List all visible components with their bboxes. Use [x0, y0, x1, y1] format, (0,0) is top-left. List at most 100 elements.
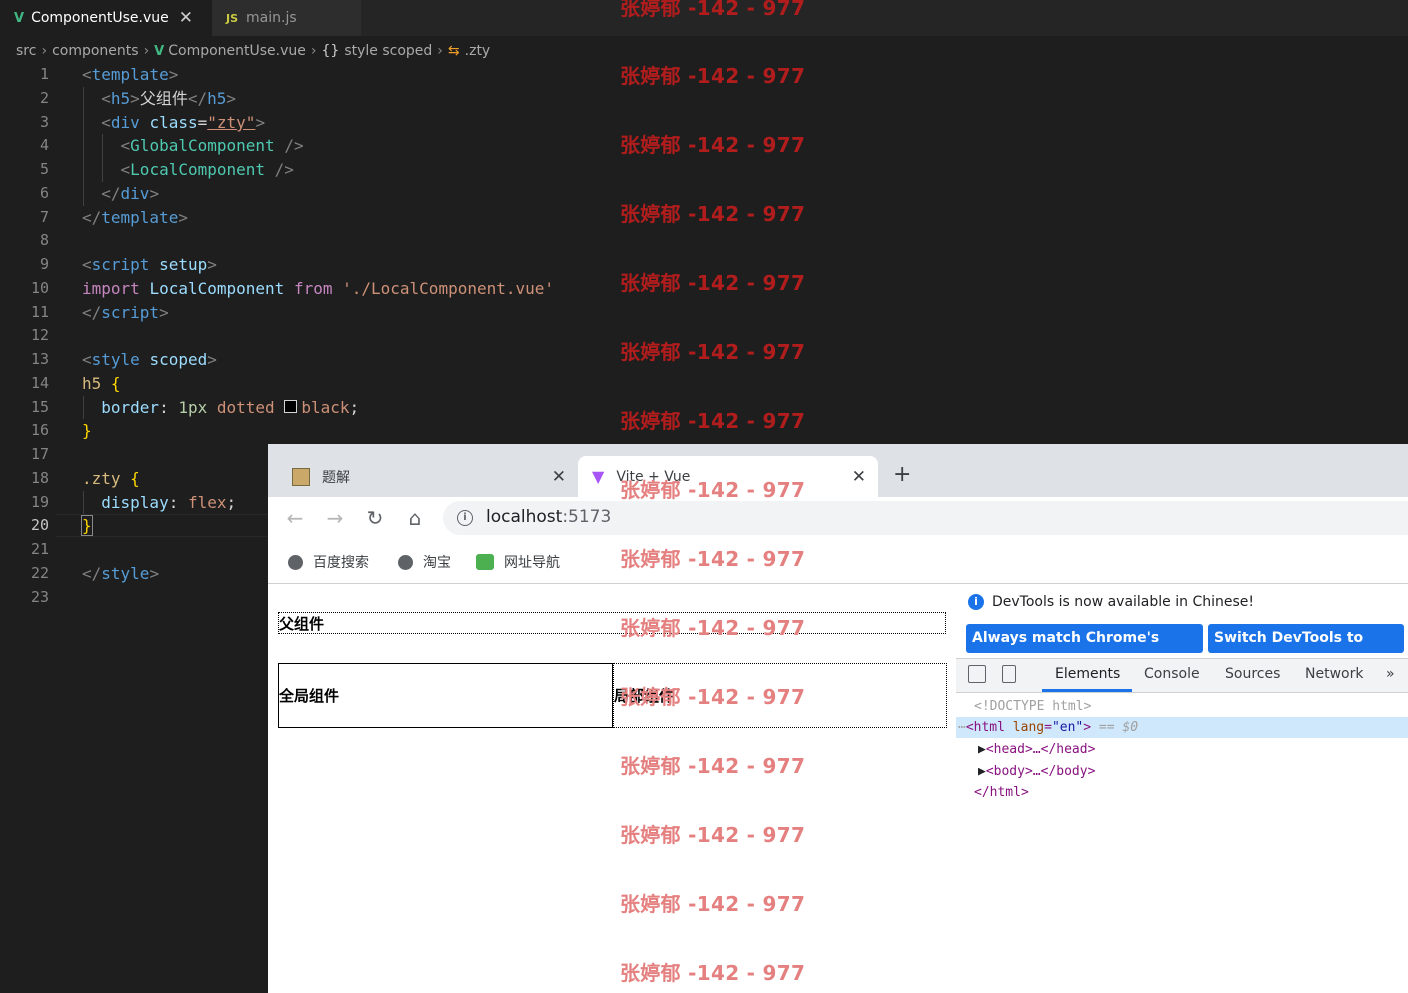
globe-icon: [398, 554, 413, 570]
watermark-text: 张婷郁 -142 - 977: [620, 754, 806, 778]
code-line: </div>: [101, 184, 160, 203]
code-line: .zty {: [82, 469, 140, 488]
line-number: 2: [39, 89, 49, 107]
code-line: <GlobalComponent />: [120, 136, 304, 155]
code-line: </style>: [82, 564, 160, 583]
watermark-text: 张婷郁 -142 - 977: [620, 340, 806, 364]
tab-elements[interactable]: Elements: [1055, 666, 1120, 682]
tab-label: ComponentUse.vue: [31, 10, 169, 26]
close-icon[interactable]: ✕: [552, 467, 566, 487]
tab-main-js[interactable]: JS main.js: [212, 0, 362, 36]
line-number: 9: [39, 255, 49, 273]
breadcrumb-file[interactable]: ComponentUse.vue: [168, 43, 306, 59]
line-number: 19: [30, 493, 49, 511]
tab-componentuse-vue[interactable]: V ComponentUse.vue ✕: [0, 0, 212, 36]
line-number: 12: [30, 326, 49, 344]
devtools-language-banner: i DevTools is now available in Chinese! …: [956, 584, 1408, 675]
watermark-text: 张婷郁 -142 - 977: [620, 892, 806, 916]
code-line: </template>: [82, 208, 188, 227]
tab-sources[interactable]: Sources: [1225, 666, 1280, 682]
line-number: 8: [39, 231, 49, 249]
url-text[interactable]: localhost:5173: [486, 507, 611, 527]
breadcrumb-src[interactable]: src: [16, 43, 36, 59]
browser-toolbar: ← → ↻ ⌂ i localhost:5173: [268, 497, 1408, 542]
globe-icon: [288, 554, 303, 570]
code-line: <template>: [82, 65, 179, 84]
chevron-right-icon: ›: [437, 43, 443, 59]
dom-html-close[interactable]: </html>: [956, 782, 1408, 803]
watermark-text: 张婷郁 -142 - 977: [620, 547, 806, 571]
line-number: 23: [30, 588, 49, 606]
line-number: 11: [30, 303, 49, 321]
watermark-text: 张婷郁 -142 - 977: [620, 685, 806, 709]
tab-console[interactable]: Console: [1144, 666, 1200, 682]
chevron-right-icon: ›: [143, 43, 150, 59]
code-line: }: [81, 515, 93, 536]
line-number: 16: [30, 421, 49, 439]
line-number: 15: [30, 398, 49, 416]
breadcrumb-components[interactable]: components: [52, 43, 139, 59]
breadcrumb: src › components › V ComponentUse.vue › …: [16, 40, 495, 62]
watermark-text: 张婷郁 -142 - 977: [620, 823, 806, 847]
breadcrumb-symbol[interactable]: .zty: [465, 43, 491, 59]
global-component: 全局组件: [278, 663, 613, 728]
inspect-element-icon[interactable]: [968, 665, 986, 683]
page-viewport: 父组件 全局组件 局部组件: [268, 584, 956, 993]
dom-doctype[interactable]: <!DOCTYPE html>: [956, 696, 1408, 717]
tab-label: main.js: [246, 10, 297, 26]
active-tab-indicator: [1042, 689, 1132, 692]
browser-tab-tijie[interactable]: 题解 ✕: [278, 456, 578, 497]
dom-head[interactable]: ▶<head>…</head>: [956, 739, 1408, 760]
forward-arrow-icon[interactable]: →: [321, 504, 349, 532]
home-icon[interactable]: ⌂: [401, 504, 429, 532]
tab-network[interactable]: Network: [1305, 666, 1363, 682]
address-bar[interactable]: i localhost:5173: [443, 501, 1408, 535]
line-number: 5: [39, 160, 49, 178]
vite-icon: ▼: [592, 467, 605, 486]
watermark-text: 张婷郁 -142 - 977: [620, 616, 806, 640]
match-language-button[interactable]: Always match Chrome's language: [966, 624, 1203, 675]
watermark-text: 张婷郁 -142 - 977: [620, 409, 806, 433]
js-icon: JS: [226, 11, 239, 25]
bookmark-baidu[interactable]: 百度搜索: [288, 552, 369, 572]
line-number: 6: [39, 184, 49, 202]
line-number: 14: [30, 374, 49, 392]
bookmark-taobao[interactable]: 淘宝: [398, 552, 451, 572]
line-number: 10: [30, 279, 49, 297]
reload-icon[interactable]: ↻: [361, 504, 389, 532]
line-number-current: 20: [30, 516, 49, 534]
device-toolbar-icon[interactable]: [1002, 665, 1016, 683]
browser-window: 题解 ✕ ▼ Vite + Vue ✕ + ← → ↻ ⌂ i localhos…: [268, 444, 1408, 993]
color-swatch[interactable]: [284, 400, 298, 413]
watermark-text: 张婷郁 -142 - 977: [620, 202, 806, 226]
breadcrumb-style[interactable]: style scoped: [344, 43, 432, 59]
watermark-text: 张婷郁 -142 - 977: [620, 133, 806, 157]
dom-html-selected[interactable]: ⋯<html lang="en"> == $0: [956, 717, 1408, 738]
parent-heading: 父组件: [278, 612, 946, 634]
watermark-text: 张婷郁 -142 - 977: [620, 478, 806, 502]
more-tabs-icon[interactable]: »: [1386, 666, 1395, 682]
dom-body[interactable]: ▶<body>…</body>: [956, 761, 1408, 782]
line-number: 21: [30, 540, 49, 558]
info-icon[interactable]: i: [457, 510, 473, 526]
code-line: <LocalComponent />: [120, 160, 294, 179]
switch-to-chinese-button[interactable]: Switch DevTools to Chinese: [1208, 624, 1404, 675]
zty-flex-container: 全局组件 局部组件: [278, 663, 947, 728]
code-line: <style scoped>: [82, 350, 217, 369]
banner-text: DevTools is now available in Chinese!: [992, 594, 1254, 610]
braces-icon: {}: [321, 43, 340, 59]
close-icon[interactable]: ✕: [179, 8, 193, 28]
code-line: border: 1px dotted black;: [101, 398, 360, 417]
favicon-icon: [292, 467, 310, 486]
new-tab-button[interactable]: +: [893, 462, 911, 487]
back-arrow-icon[interactable]: ←: [281, 504, 309, 532]
line-number: 17: [30, 445, 49, 463]
code-line: </script>: [82, 303, 169, 322]
code-line: import LocalComponent from './LocalCompo…: [82, 279, 555, 298]
watermark-text: 张婷郁 -142 - 977: [620, 961, 806, 985]
code-line: display: flex;: [101, 493, 237, 512]
vue-icon: V: [14, 10, 25, 26]
code-line: <script setup>: [82, 255, 217, 274]
close-icon[interactable]: ✕: [852, 467, 866, 487]
bookmark-2345[interactable]: 网址导航: [476, 552, 560, 572]
